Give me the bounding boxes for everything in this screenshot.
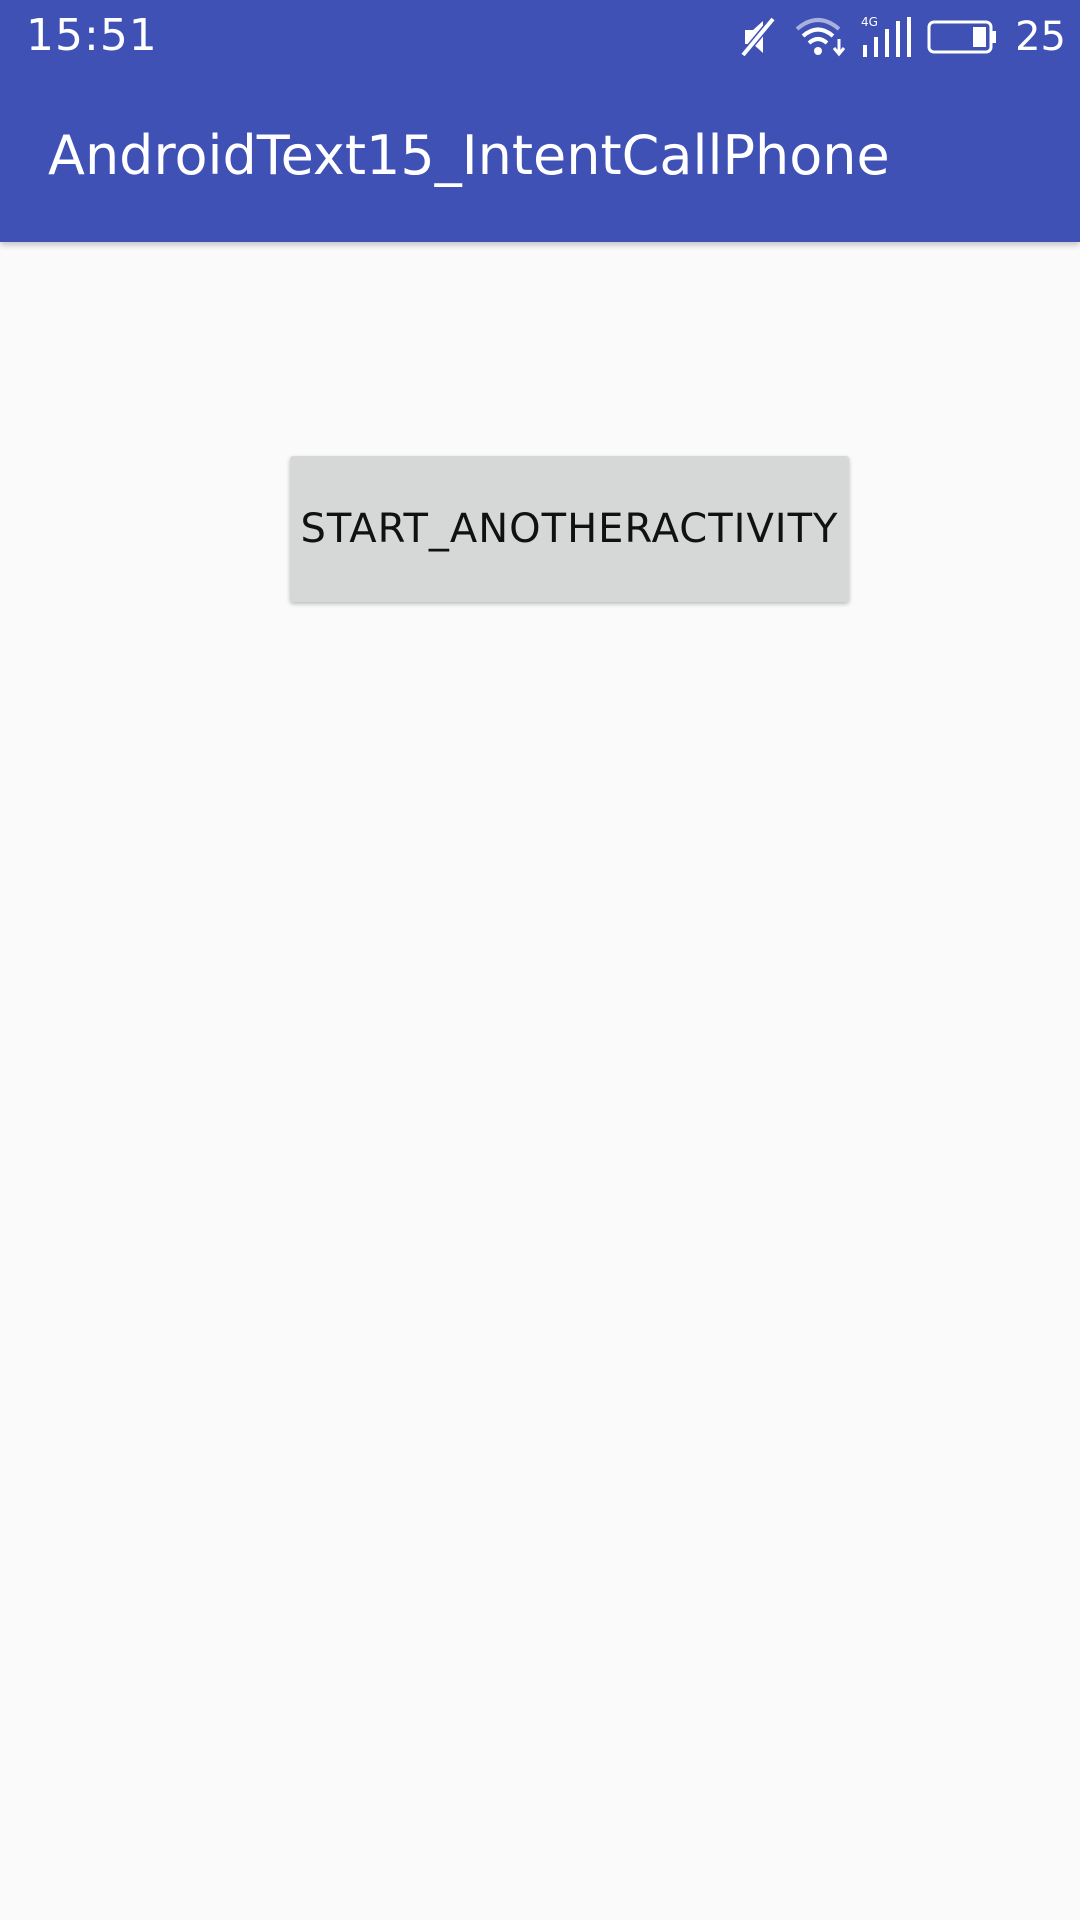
status-time: 15:51 xyxy=(26,10,158,61)
signal-4g-icon: 4G xyxy=(861,15,913,59)
status-icons: 4G 25 xyxy=(739,12,1066,62)
svg-text:4G: 4G xyxy=(861,15,878,29)
main-content: START_ANOTHERACTIVITY xyxy=(0,242,1080,1920)
app-title: AndroidText15_IntentCallPhone xyxy=(48,124,890,187)
status-bar: 15:51 4G 25 xyxy=(0,0,1080,72)
battery-icon xyxy=(927,19,997,55)
battery-percent: 25 xyxy=(1015,14,1066,60)
app-bar: 15:51 4G 25 AndroidText15_IntentCallPhon… xyxy=(0,0,1080,242)
screen: 15:51 4G 25 AndroidText15_IntentCallPhon… xyxy=(0,0,1080,1920)
mute-icon xyxy=(739,15,779,59)
wifi-icon xyxy=(793,15,847,59)
start-another-activity-button[interactable]: START_ANOTHERACTIVITY xyxy=(290,456,849,602)
